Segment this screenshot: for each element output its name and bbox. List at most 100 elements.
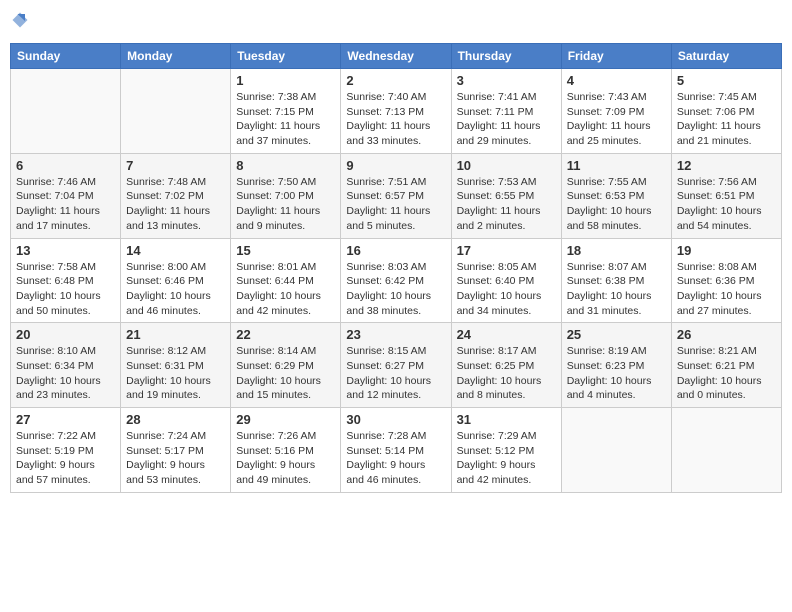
day-number: 20 [16, 327, 115, 342]
day-number: 10 [457, 158, 556, 173]
calendar-week-row: 27 Sunrise: 7:22 AM Sunset: 5:19 PM Dayli… [11, 408, 782, 493]
day-info: Sunrise: 7:43 AM Sunset: 7:09 PM Dayligh… [567, 90, 666, 149]
page-header [10, 10, 782, 35]
day-number: 2 [346, 73, 445, 88]
day-info: Sunrise: 7:22 AM Sunset: 5:19 PM Dayligh… [16, 429, 115, 488]
day-info: Sunrise: 7:29 AM Sunset: 5:12 PM Dayligh… [457, 429, 556, 488]
day-number: 28 [126, 412, 225, 427]
day-number: 26 [677, 327, 776, 342]
calendar-cell: 15Sunrise: 8:01 AM Sunset: 6:44 PM Dayli… [231, 238, 341, 323]
day-number: 24 [457, 327, 556, 342]
calendar-week-row: 20 Sunrise: 8:10 AM Sunset: 6:34 PM Dayli… [11, 323, 782, 408]
day-info: Sunrise: 8:17 AM Sunset: 6:25 PM Dayligh… [457, 344, 556, 403]
weekday-header-cell: Saturday [671, 44, 781, 69]
calendar-cell: 16 Sunrise: 8:03 AM Sunset: 6:42 PM Dayli… [341, 238, 451, 323]
day-number: 5 [677, 73, 776, 88]
day-info: Sunrise: 8:15 AM Sunset: 6:27 PM Dayligh… [346, 344, 445, 403]
day-number: 16 [346, 243, 445, 258]
calendar-cell: 31Sunrise: 7:29 AM Sunset: 5:12 PM Dayli… [451, 408, 561, 493]
calendar-cell: 22 Sunrise: 8:14 AM Sunset: 6:29 PM Dayli… [231, 323, 341, 408]
weekday-header-cell: Tuesday [231, 44, 341, 69]
calendar-week-row: 1 Sunrise: 7:38 AM Sunset: 7:15 PM Daylig… [11, 69, 782, 154]
calendar-cell [561, 408, 671, 493]
day-info: Sunrise: 7:46 AM Sunset: 7:04 PM Dayligh… [16, 175, 115, 234]
day-number: 14 [126, 243, 225, 258]
calendar-cell: 28 Sunrise: 7:24 AM Sunset: 5:17 PM Dayli… [121, 408, 231, 493]
day-number: 6 [16, 158, 115, 173]
calendar-cell: 23 Sunrise: 8:15 AM Sunset: 6:27 PM Dayli… [341, 323, 451, 408]
calendar-cell: 18Sunrise: 8:07 AM Sunset: 6:38 PM Dayli… [561, 238, 671, 323]
day-info: Sunrise: 7:41 AM Sunset: 7:11 PM Dayligh… [457, 90, 556, 149]
calendar-table: SundayMondayTuesdayWednesdayThursdayFrid… [10, 43, 782, 493]
day-info: Sunrise: 7:24 AM Sunset: 5:17 PM Dayligh… [126, 429, 225, 488]
calendar-cell: 5 Sunrise: 7:45 AM Sunset: 7:06 PM Daylig… [671, 69, 781, 154]
calendar-cell: 12Sunrise: 7:56 AM Sunset: 6:51 PM Dayli… [671, 153, 781, 238]
calendar-cell: 6 Sunrise: 7:46 AM Sunset: 7:04 PM Daylig… [11, 153, 121, 238]
day-info: Sunrise: 7:56 AM Sunset: 6:51 PM Dayligh… [677, 175, 776, 234]
calendar-cell: 25 Sunrise: 8:19 AM Sunset: 6:23 PM Dayli… [561, 323, 671, 408]
calendar-cell: 13 Sunrise: 7:58 AM Sunset: 6:48 PM Dayli… [11, 238, 121, 323]
calendar-body: 1 Sunrise: 7:38 AM Sunset: 7:15 PM Daylig… [11, 69, 782, 493]
day-number: 30 [346, 412, 445, 427]
logo-icon [10, 10, 30, 30]
day-number: 9 [346, 158, 445, 173]
calendar-cell: 3Sunrise: 7:41 AM Sunset: 7:11 PM Daylig… [451, 69, 561, 154]
calendar-cell [671, 408, 781, 493]
calendar-cell: 2Sunrise: 7:40 AM Sunset: 7:13 PM Daylig… [341, 69, 451, 154]
day-info: Sunrise: 8:21 AM Sunset: 6:21 PM Dayligh… [677, 344, 776, 403]
day-info: Sunrise: 8:10 AM Sunset: 6:34 PM Dayligh… [16, 344, 115, 403]
day-number: 23 [346, 327, 445, 342]
calendar-cell: 19 Sunrise: 8:08 AM Sunset: 6:36 PM Dayli… [671, 238, 781, 323]
day-info: Sunrise: 7:38 AM Sunset: 7:15 PM Dayligh… [236, 90, 335, 149]
calendar-cell: 26 Sunrise: 8:21 AM Sunset: 6:21 PM Dayli… [671, 323, 781, 408]
day-info: Sunrise: 8:19 AM Sunset: 6:23 PM Dayligh… [567, 344, 666, 403]
calendar-cell [121, 69, 231, 154]
day-number: 29 [236, 412, 335, 427]
day-number: 8 [236, 158, 335, 173]
day-info: Sunrise: 8:03 AM Sunset: 6:42 PM Dayligh… [346, 260, 445, 319]
calendar-week-row: 13 Sunrise: 7:58 AM Sunset: 6:48 PM Dayli… [11, 238, 782, 323]
day-info: Sunrise: 7:28 AM Sunset: 5:14 PM Dayligh… [346, 429, 445, 488]
day-info: Sunrise: 7:53 AM Sunset: 6:55 PM Dayligh… [457, 175, 556, 234]
day-info: Sunrise: 8:14 AM Sunset: 6:29 PM Dayligh… [236, 344, 335, 403]
day-number: 19 [677, 243, 776, 258]
day-info: Sunrise: 7:26 AM Sunset: 5:16 PM Dayligh… [236, 429, 335, 488]
day-number: 21 [126, 327, 225, 342]
day-info: Sunrise: 7:58 AM Sunset: 6:48 PM Dayligh… [16, 260, 115, 319]
day-number: 7 [126, 158, 225, 173]
day-number: 1 [236, 73, 335, 88]
day-info: Sunrise: 8:00 AM Sunset: 6:46 PM Dayligh… [126, 260, 225, 319]
weekday-header-cell: Sunday [11, 44, 121, 69]
day-info: Sunrise: 8:05 AM Sunset: 6:40 PM Dayligh… [457, 260, 556, 319]
weekday-header-cell: Friday [561, 44, 671, 69]
day-info: Sunrise: 8:01 AM Sunset: 6:44 PM Dayligh… [236, 260, 335, 319]
logo [10, 10, 34, 35]
day-info: Sunrise: 8:08 AM Sunset: 6:36 PM Dayligh… [677, 260, 776, 319]
day-info: Sunrise: 7:50 AM Sunset: 7:00 PM Dayligh… [236, 175, 335, 234]
calendar-cell: 11Sunrise: 7:55 AM Sunset: 6:53 PM Dayli… [561, 153, 671, 238]
calendar-cell: 4 Sunrise: 7:43 AM Sunset: 7:09 PM Daylig… [561, 69, 671, 154]
calendar-cell: 24 Sunrise: 8:17 AM Sunset: 6:25 PM Dayli… [451, 323, 561, 408]
calendar-cell: 20 Sunrise: 8:10 AM Sunset: 6:34 PM Dayli… [11, 323, 121, 408]
day-number: 22 [236, 327, 335, 342]
day-info: Sunrise: 8:07 AM Sunset: 6:38 PM Dayligh… [567, 260, 666, 319]
day-number: 11 [567, 158, 666, 173]
day-number: 25 [567, 327, 666, 342]
calendar-cell: 29 Sunrise: 7:26 AM Sunset: 5:16 PM Dayli… [231, 408, 341, 493]
weekday-header-cell: Wednesday [341, 44, 451, 69]
day-number: 17 [457, 243, 556, 258]
day-number: 13 [16, 243, 115, 258]
calendar-cell: 8 Sunrise: 7:50 AM Sunset: 7:00 PM Daylig… [231, 153, 341, 238]
calendar-cell: 1 Sunrise: 7:38 AM Sunset: 7:15 PM Daylig… [231, 69, 341, 154]
calendar-cell: 30 Sunrise: 7:28 AM Sunset: 5:14 PM Dayli… [341, 408, 451, 493]
day-number: 4 [567, 73, 666, 88]
calendar-cell: 17 Sunrise: 8:05 AM Sunset: 6:40 PM Dayli… [451, 238, 561, 323]
day-info: Sunrise: 7:51 AM Sunset: 6:57 PM Dayligh… [346, 175, 445, 234]
calendar-week-row: 6 Sunrise: 7:46 AM Sunset: 7:04 PM Daylig… [11, 153, 782, 238]
weekday-header-cell: Monday [121, 44, 231, 69]
calendar-cell: 9 Sunrise: 7:51 AM Sunset: 6:57 PM Daylig… [341, 153, 451, 238]
day-number: 27 [16, 412, 115, 427]
day-info: Sunrise: 7:45 AM Sunset: 7:06 PM Dayligh… [677, 90, 776, 149]
weekday-header-cell: Thursday [451, 44, 561, 69]
calendar-cell [11, 69, 121, 154]
